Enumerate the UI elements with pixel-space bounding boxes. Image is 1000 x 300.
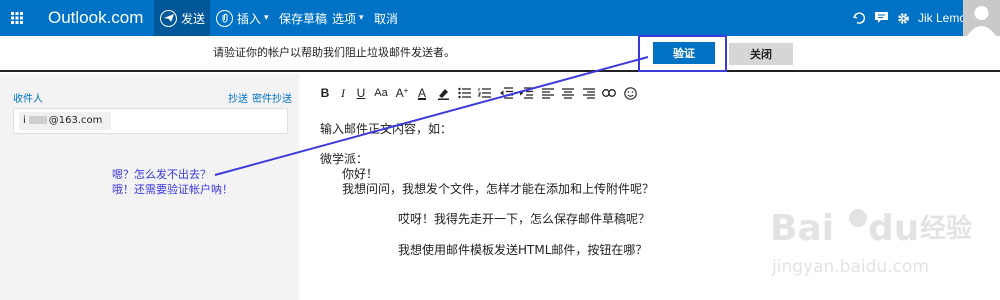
emoji-icon[interactable] — [623, 85, 637, 101]
send-icon — [160, 9, 177, 27]
logo-cn: 经验 — [920, 213, 972, 244]
align-left-icon[interactable] — [541, 85, 554, 101]
body-line-4[interactable]: 我想问问，我想发个文件，怎样才能在添加和上传附件呢？ — [342, 180, 654, 197]
align-right-icon[interactable] — [582, 85, 595, 101]
annotation-line-1: 嗯？怎么发不出去？ — [112, 168, 211, 181]
baidu-jingyan-logo: Bai du 经验 jingyan.baidu.com — [770, 207, 972, 277]
verification-notice-bar: 请验证你的帐户以帮助我们阻止垃圾邮件发送者。 — [0, 36, 1000, 72]
underline-button[interactable]: U — [355, 85, 367, 101]
grow-font-label: A — [395, 86, 404, 100]
verification-message: 请验证你的帐户以帮助我们阻止垃圾邮件发送者。 — [213, 46, 455, 59]
logo-text-2: du — [868, 208, 919, 249]
watermark: Bai du 经验 jingyan.baidu.com — [770, 190, 990, 290]
cancel-button[interactable]: 取消 — [374, 0, 398, 36]
top-bar: Outlook.com 发送 插入 ▾ 保存草稿 选项 ▾ 取消 Jik Lem… — [0, 0, 1000, 36]
insert-menu[interactable]: 插入 ▾ — [216, 0, 269, 36]
numbered-list-icon[interactable] — [477, 85, 491, 101]
chevron-down-icon: ▾ — [359, 13, 364, 23]
watermark-url: jingyan.baidu.com — [771, 257, 929, 277]
grow-font-plus-icon: + — [403, 85, 409, 95]
chevron-down-icon: ▾ — [264, 13, 269, 23]
highlight-icon[interactable] — [436, 85, 450, 101]
options-label: 选项 — [332, 11, 357, 26]
redacted-text — [28, 116, 47, 124]
recipient-domain: @163.com — [48, 115, 103, 126]
insert-label: 插入 — [237, 11, 262, 26]
recipient-chip[interactable]: i @163.com — [19, 112, 111, 130]
send-button[interactable]: 发送 — [154, 0, 210, 36]
avatar[interactable] — [963, 0, 1000, 36]
bold-button[interactable]: B — [319, 85, 331, 101]
verify-button[interactable]: 验证 — [653, 42, 715, 64]
annotation-line-2: 哦！还需要验证帐户呐！ — [112, 183, 233, 196]
body-line-5[interactable]: 哎呀！我得先走开一下，怎么保存邮件草稿呢？ — [398, 210, 650, 227]
italic-button[interactable]: I — [338, 85, 348, 101]
body-line-1[interactable]: 输入邮件正文内容，如： — [320, 120, 452, 137]
font-color-button[interactable]: A — [415, 85, 429, 101]
brand-logo[interactable]: Outlook.com — [48, 0, 143, 36]
to-label[interactable]: 收件人 — [13, 90, 43, 105]
undo-icon[interactable] — [851, 0, 867, 36]
logo-text: Bai — [770, 208, 834, 249]
close-notice-button[interactable]: 关闭 — [729, 43, 793, 65]
align-center-icon[interactable] — [561, 85, 574, 101]
bulleted-list-icon[interactable] — [457, 85, 471, 101]
attachment-icon — [216, 9, 233, 27]
font-size-button[interactable]: Aa — [373, 85, 389, 101]
recipient-prefix: i — [23, 115, 26, 126]
save-draft-button[interactable]: 保存草稿 — [279, 0, 327, 36]
chat-icon[interactable] — [873, 0, 889, 36]
grow-font-button[interactable]: A + — [395, 85, 409, 101]
options-menu[interactable]: 选项 ▾ — [332, 0, 364, 36]
send-label: 发送 — [181, 11, 206, 26]
cc-link[interactable]: 抄送 — [228, 90, 248, 105]
decrease-indent-icon[interactable] — [499, 85, 513, 101]
gear-icon[interactable] — [895, 0, 911, 36]
increase-indent-icon[interactable] — [519, 85, 533, 101]
link-icon[interactable] — [602, 85, 616, 101]
app-launcher-icon[interactable] — [0, 0, 33, 36]
to-field[interactable]: i @163.com — [13, 108, 288, 134]
bcc-link[interactable]: 密件抄送 — [252, 90, 292, 105]
body-line-6[interactable]: 我想使用邮件模板发送HTML邮件，按钮在哪？ — [398, 241, 647, 258]
